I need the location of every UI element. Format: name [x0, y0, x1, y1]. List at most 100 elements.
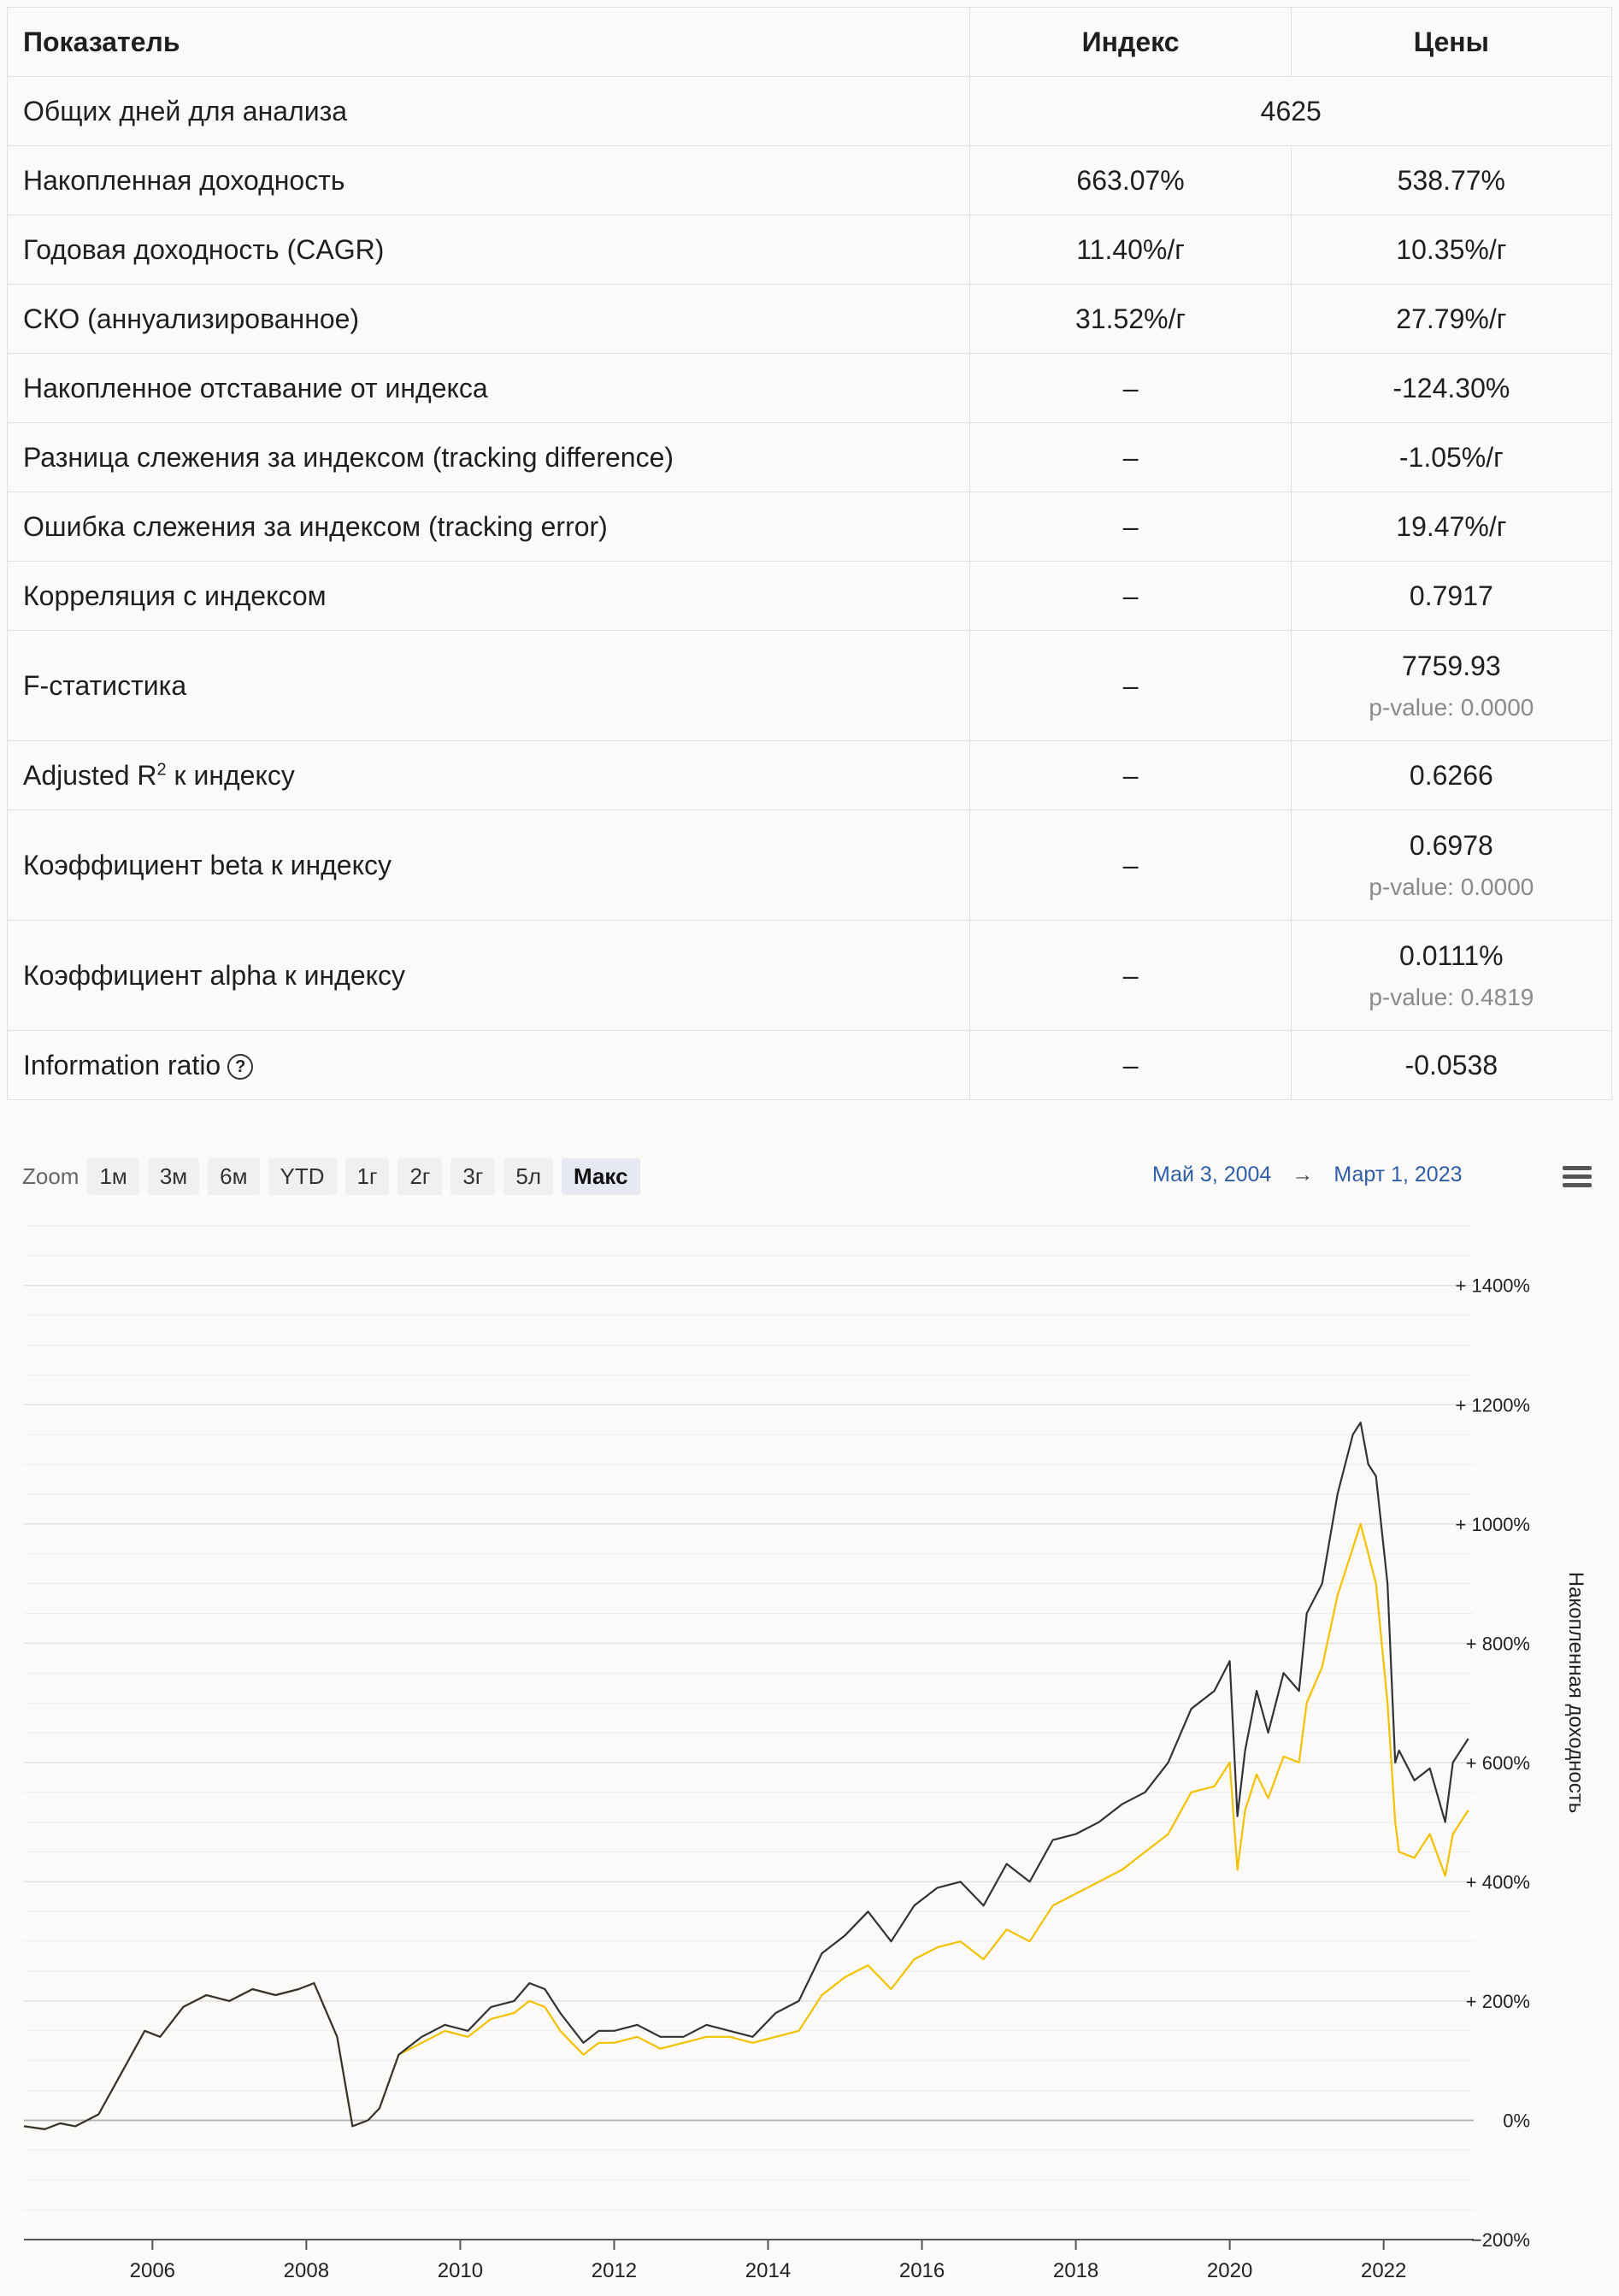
zoom-toolbar: Zoom 1м 3м 6м YTD 1г 2г 3г 5л Макс — [22, 1157, 649, 1195]
y-tick-label: + 600% — [1466, 1752, 1530, 1774]
row-value-prices: 538.77% — [1290, 145, 1613, 215]
range-to-date[interactable]: Март 1, 2023 — [1333, 1163, 1462, 1187]
row-value-index: – — [969, 353, 1292, 423]
table-row: Корреляция с индексом – 0.7917 — [6, 561, 1613, 631]
row-label: Корреляция с индексом — [6, 561, 971, 631]
row-label: Коэффициент beta к индексу — [6, 809, 971, 921]
table-row: Коэффициент alpha к индексу – 0.0111% p-… — [6, 920, 1613, 1031]
zoom-button-1y[interactable]: 1г — [344, 1157, 390, 1195]
cumulative-return-chart: 2006 2008 2010 2012 2014 2016 2018 2020 2022 −20… — [23, 1225, 1587, 2282]
table-row: Разница слежения за индексом (tracking d… — [6, 422, 1613, 492]
superscript: 2 — [156, 759, 167, 779]
row-label: Ошибка слежения за индексом (tracking er… — [6, 492, 971, 562]
row-value-index: 11.40%/г — [969, 215, 1292, 285]
table-row: Коэффициент beta к индексу – 0.6978 p-va… — [6, 809, 1613, 921]
range-from-date[interactable]: Май 3, 2004 — [1152, 1163, 1271, 1187]
header-indicator: Показатель — [6, 7, 971, 77]
row-value-index: – — [969, 422, 1292, 492]
p-value: p-value: 0.0000 — [1369, 873, 1534, 900]
row-label: F-статистика — [6, 630, 971, 741]
table-row: Adjusted R2 к индексу – 0.6266 — [6, 740, 1613, 810]
statistics-table: Показатель Индекс Цены Общих дней для ан… — [6, 7, 1613, 1100]
x-tick-label: 2020 — [1207, 2259, 1252, 2282]
y-tick-label: −200% — [1471, 2229, 1530, 2251]
row-label-suffix: к индексу — [166, 759, 295, 791]
range-arrow-icon: → — [1292, 1163, 1314, 1186]
table-row: СКО (аннуализированное) 31.52%/г 27.79%/… — [6, 284, 1613, 354]
zoom-button-6m[interactable]: 6м — [208, 1157, 260, 1195]
table-row: Общих дней для анализа 4625 — [6, 76, 1612, 146]
table-row: F-статистика – 7759.93 p-value: 0.0000 — [6, 630, 1613, 741]
row-value-index: – — [969, 561, 1292, 631]
row-value-index: – — [969, 492, 1292, 562]
x-tick-label: 2010 — [438, 2259, 483, 2282]
header-index: Индекс — [969, 7, 1292, 77]
y-tick-label: + 200% — [1466, 1991, 1530, 2012]
row-value-index: 31.52%/г — [969, 284, 1292, 354]
hamburger-menu-icon[interactable] — [1563, 1166, 1592, 1188]
row-value-prices: -0.0538 — [1290, 1030, 1613, 1100]
p-value: p-value: 0.4819 — [1369, 983, 1534, 1010]
y-tick-label: + 1000% — [1456, 1514, 1530, 1535]
x-tick-label: 2014 — [745, 2259, 791, 2282]
zoom-button-max[interactable]: Макс — [562, 1157, 640, 1195]
chart-grid — [24, 1225, 1474, 2240]
row-value-prices-cell: 7759.93 p-value: 0.0000 — [1290, 630, 1613, 741]
zoom-button-2y[interactable]: 2г — [397, 1157, 443, 1195]
y-axis-label: Накопленная доходность — [1564, 1572, 1587, 1813]
row-value-index: – — [969, 630, 1292, 741]
row-label-cell: Information ratio? — [6, 1030, 971, 1100]
row-value-prices: 0.0111% — [1399, 939, 1504, 971]
y-tick-label: + 400% — [1466, 1871, 1530, 1893]
table-header-row: Показатель Индекс Цены — [6, 7, 1613, 77]
zoom-button-1m[interactable]: 1м — [87, 1157, 139, 1195]
zoom-button-ytd[interactable]: YTD — [268, 1157, 337, 1195]
y-tick-label: + 1200% — [1456, 1394, 1530, 1416]
row-label: Разница слежения за индексом (tracking d… — [6, 422, 971, 492]
row-label: Общих дней для анализа — [6, 76, 971, 146]
row-label-cell: Adjusted R2 к индексу — [6, 740, 971, 810]
row-value-index: – — [969, 740, 1292, 810]
table-row: Ошибка слежения за индексом (tracking er… — [6, 492, 1613, 562]
y-tick-label: 0% — [1503, 2110, 1530, 2131]
row-value-prices: 0.6266 — [1290, 740, 1613, 810]
x-tick-label: 2022 — [1361, 2259, 1406, 2282]
x-tick-label: 2008 — [284, 2259, 329, 2282]
row-label: Накопленное отставание от индекса — [6, 353, 971, 423]
row-value-prices: 7759.93 — [1402, 650, 1501, 681]
row-label: Годовая доходность (CAGR) — [6, 215, 971, 285]
x-axis: 2006 2008 2010 2012 2014 2016 2018 2020 2022 — [24, 2239, 1474, 2282]
row-label: Коэффициент alpha к индексу — [6, 920, 971, 1031]
x-tick-label: 2006 — [130, 2259, 175, 2282]
date-range: Май 3, 2004 → Март 1, 2023 — [1152, 1163, 1463, 1187]
row-label: Накопленная доходность — [6, 145, 971, 215]
zoom-button-5y[interactable]: 5л — [503, 1157, 553, 1195]
series-line — [23, 1422, 1469, 2131]
row-value-prices-cell: 0.6978 p-value: 0.0000 — [1290, 809, 1613, 921]
zoom-button-3y[interactable]: 3г — [450, 1157, 496, 1195]
x-tick-label: 2012 — [592, 2259, 637, 2282]
zoom-label: Zoom — [22, 1163, 79, 1189]
row-value-merged: 4625 — [969, 76, 1612, 146]
zoom-button-3m[interactable]: 3м — [147, 1157, 200, 1195]
y-tick-label: + 800% — [1466, 1633, 1530, 1654]
row-value-prices: -124.30% — [1290, 353, 1613, 423]
x-tick-label: 2016 — [899, 2259, 945, 2282]
p-value: p-value: 0.0000 — [1369, 693, 1534, 721]
row-label: СКО (аннуализированное) — [6, 284, 971, 354]
row-value-prices: 19.47%/г — [1290, 492, 1613, 562]
row-value-prices: 0.7917 — [1290, 561, 1613, 631]
table-row: Накопленная доходность 663.07% 538.77% — [6, 145, 1613, 215]
chart-series — [23, 1422, 1469, 2131]
table-row: Information ratio? – -0.0538 — [6, 1030, 1613, 1100]
row-value-index: – — [969, 1030, 1292, 1100]
row-value-index: – — [969, 920, 1292, 1031]
table-row: Накопленное отставание от индекса – -124… — [6, 353, 1613, 423]
header-prices: Цены — [1290, 7, 1613, 77]
row-label: Adjusted R — [23, 759, 157, 791]
row-value-index: – — [969, 809, 1292, 921]
y-tick-label: + 1400% — [1456, 1275, 1530, 1297]
x-tick-label: 2018 — [1053, 2259, 1098, 2282]
question-circle-icon[interactable]: ? — [227, 1054, 254, 1080]
row-value-prices: 27.79%/г — [1290, 284, 1613, 354]
